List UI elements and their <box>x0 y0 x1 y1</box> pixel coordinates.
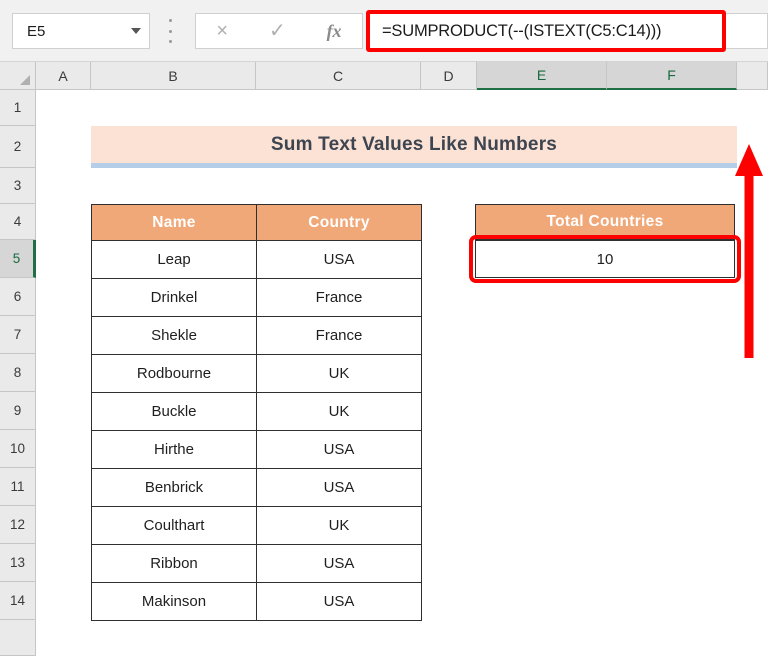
table-body: Leap USA Drinkel France Shekle France Rodbourn… <box>91 240 422 621</box>
table-row: Benbrick USA <box>91 468 422 507</box>
cell-country[interactable]: USA <box>256 544 422 583</box>
column-header-filler <box>737 62 768 90</box>
cell-name[interactable]: Hirthe <box>91 430 257 469</box>
table-row: Hirthe USA <box>91 430 422 469</box>
row-header-12[interactable]: 12 <box>0 506 36 544</box>
table-header-row: Name Country <box>91 204 422 241</box>
name-box-value: E5 <box>27 22 46 40</box>
formula-bar-area: E5 × ✓ fx =SUMPRODUCT(--(ISTEXT(C5:C14))… <box>0 0 768 62</box>
formula-input-highlight: =SUMPRODUCT(--(ISTEXT(C5:C14))) <box>366 10 726 52</box>
formula-input[interactable]: =SUMPRODUCT(--(ISTEXT(C5:C14))) <box>370 22 662 41</box>
result-header-label: Total Countries <box>546 213 664 230</box>
vertical-ellipsis-icon[interactable] <box>168 19 172 43</box>
cell-name[interactable]: Ribbon <box>91 544 257 583</box>
column-header-f[interactable]: F <box>607 62 737 90</box>
cell-name[interactable]: Rodbourne <box>91 354 257 393</box>
cell-country[interactable]: UK <box>256 506 422 545</box>
insert-function-icon[interactable]: fx <box>327 22 342 40</box>
cell-country[interactable]: USA <box>256 240 422 279</box>
spreadsheet-grid: Sum Text Values Like Numbers Name Countr… <box>37 90 768 656</box>
row-header-6[interactable]: 6 <box>0 278 36 316</box>
cell-name[interactable]: Coulthart <box>91 506 257 545</box>
cell-name[interactable]: Drinkel <box>91 278 257 317</box>
chevron-down-icon[interactable] <box>123 28 149 34</box>
column-header-d[interactable]: D <box>421 62 477 90</box>
cell-country[interactable]: France <box>256 278 422 317</box>
row-header-7[interactable]: 7 <box>0 316 36 354</box>
row-header-filler <box>0 620 36 656</box>
column-header-a[interactable]: A <box>36 62 91 90</box>
column-header-b[interactable]: B <box>91 62 256 90</box>
row-header-5[interactable]: 5 <box>0 240 36 278</box>
row-header-10[interactable]: 10 <box>0 430 36 468</box>
row-headers: 1 2 3 4 5 6 7 8 9 10 11 12 13 14 <box>0 90 36 656</box>
row-header-9[interactable]: 9 <box>0 392 36 430</box>
row-header-8[interactable]: 8 <box>0 354 36 392</box>
up-arrow-icon <box>735 144 763 358</box>
table-row: Ribbon USA <box>91 544 422 583</box>
name-box[interactable]: E5 <box>12 13 150 49</box>
column-header-e[interactable]: E <box>477 62 607 90</box>
table-row: Shekle France <box>91 316 422 355</box>
cancel-icon[interactable]: × <box>216 21 228 41</box>
formula-bar-extension <box>726 13 768 49</box>
select-all-corner[interactable] <box>0 62 36 90</box>
result-value: 10 <box>596 250 614 268</box>
cell-name[interactable]: Shekle <box>91 316 257 355</box>
table-row: Coulthart UK <box>91 506 422 545</box>
table-row: Buckle UK <box>91 392 422 431</box>
column-header-country: Country <box>256 204 422 241</box>
table-row: Makinson USA <box>91 582 422 621</box>
row-header-13[interactable]: 13 <box>0 544 36 582</box>
cell-name[interactable]: Leap <box>91 240 257 279</box>
row-header-11[interactable]: 11 <box>0 468 36 506</box>
cell-country[interactable]: USA <box>256 582 422 621</box>
result-header: Total Countries <box>475 204 735 240</box>
row-header-2[interactable]: 2 <box>0 126 36 168</box>
row-header-3[interactable]: 3 <box>0 168 36 204</box>
page-title: Sum Text Values Like Numbers <box>270 133 558 155</box>
table-row: Rodbourne UK <box>91 354 422 393</box>
column-header-c[interactable]: C <box>256 62 421 90</box>
enter-icon[interactable]: ✓ <box>269 21 286 41</box>
cell-name[interactable]: Benbrick <box>91 468 257 507</box>
data-table: Name Country Leap USA Drinkel France Shekle F… <box>91 204 422 621</box>
cell-name[interactable]: Makinson <box>91 582 257 621</box>
row-header-1[interactable]: 1 <box>0 90 36 126</box>
cell-country[interactable]: USA <box>256 430 422 469</box>
cell-country[interactable]: UK <box>256 392 422 431</box>
result-value-cell[interactable]: 10 <box>475 240 735 278</box>
formula-action-buttons: × ✓ fx <box>195 13 363 49</box>
cell-country[interactable]: USA <box>256 468 422 507</box>
cell-name[interactable]: Buckle <box>91 392 257 431</box>
table-row: Leap USA <box>91 240 422 279</box>
cell-country[interactable]: France <box>256 316 422 355</box>
cell-country[interactable]: UK <box>256 354 422 393</box>
row-header-14[interactable]: 14 <box>0 582 36 620</box>
row-header-4[interactable]: 4 <box>0 204 36 240</box>
table-row: Drinkel France <box>91 278 422 317</box>
sheet-title-banner: Sum Text Values Like Numbers <box>91 126 737 168</box>
column-header-name: Name <box>91 204 257 241</box>
column-headers: ABCDEF <box>0 62 768 90</box>
